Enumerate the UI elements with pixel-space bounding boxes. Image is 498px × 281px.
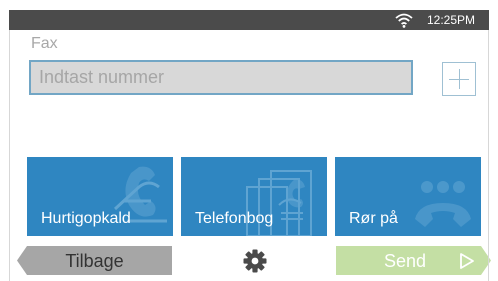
fax-screen: 12:25PM Fax Hurtigopkald — [0, 0, 498, 281]
on-hook-tile[interactable]: Rør på — [335, 157, 481, 236]
back-button[interactable]: Tilbage — [17, 246, 172, 275]
status-bar: 12:25PM — [9, 10, 489, 30]
speed-dial-label: Hurtigopkald — [41, 210, 131, 227]
on-hook-label: Rør på — [349, 210, 398, 227]
gear-icon[interactable] — [243, 249, 267, 273]
send-button[interactable]: Send — [336, 246, 491, 275]
add-recipient-button[interactable] — [442, 62, 476, 96]
phonebook-label: Telefonbog — [195, 210, 274, 227]
speed-dial-tile[interactable]: Hurtigopkald — [27, 157, 173, 236]
wifi-icon — [395, 13, 413, 28]
back-button-label: Tilbage — [65, 251, 124, 271]
phonebook-tile[interactable]: Telefonbog — [181, 157, 327, 236]
status-time: 12:25PM — [427, 13, 476, 27]
play-arrow-icon — [459, 252, 475, 270]
fax-number-input[interactable] — [29, 60, 413, 95]
fax-label: Fax — [31, 35, 58, 52]
send-button-label: Send — [384, 251, 427, 271]
